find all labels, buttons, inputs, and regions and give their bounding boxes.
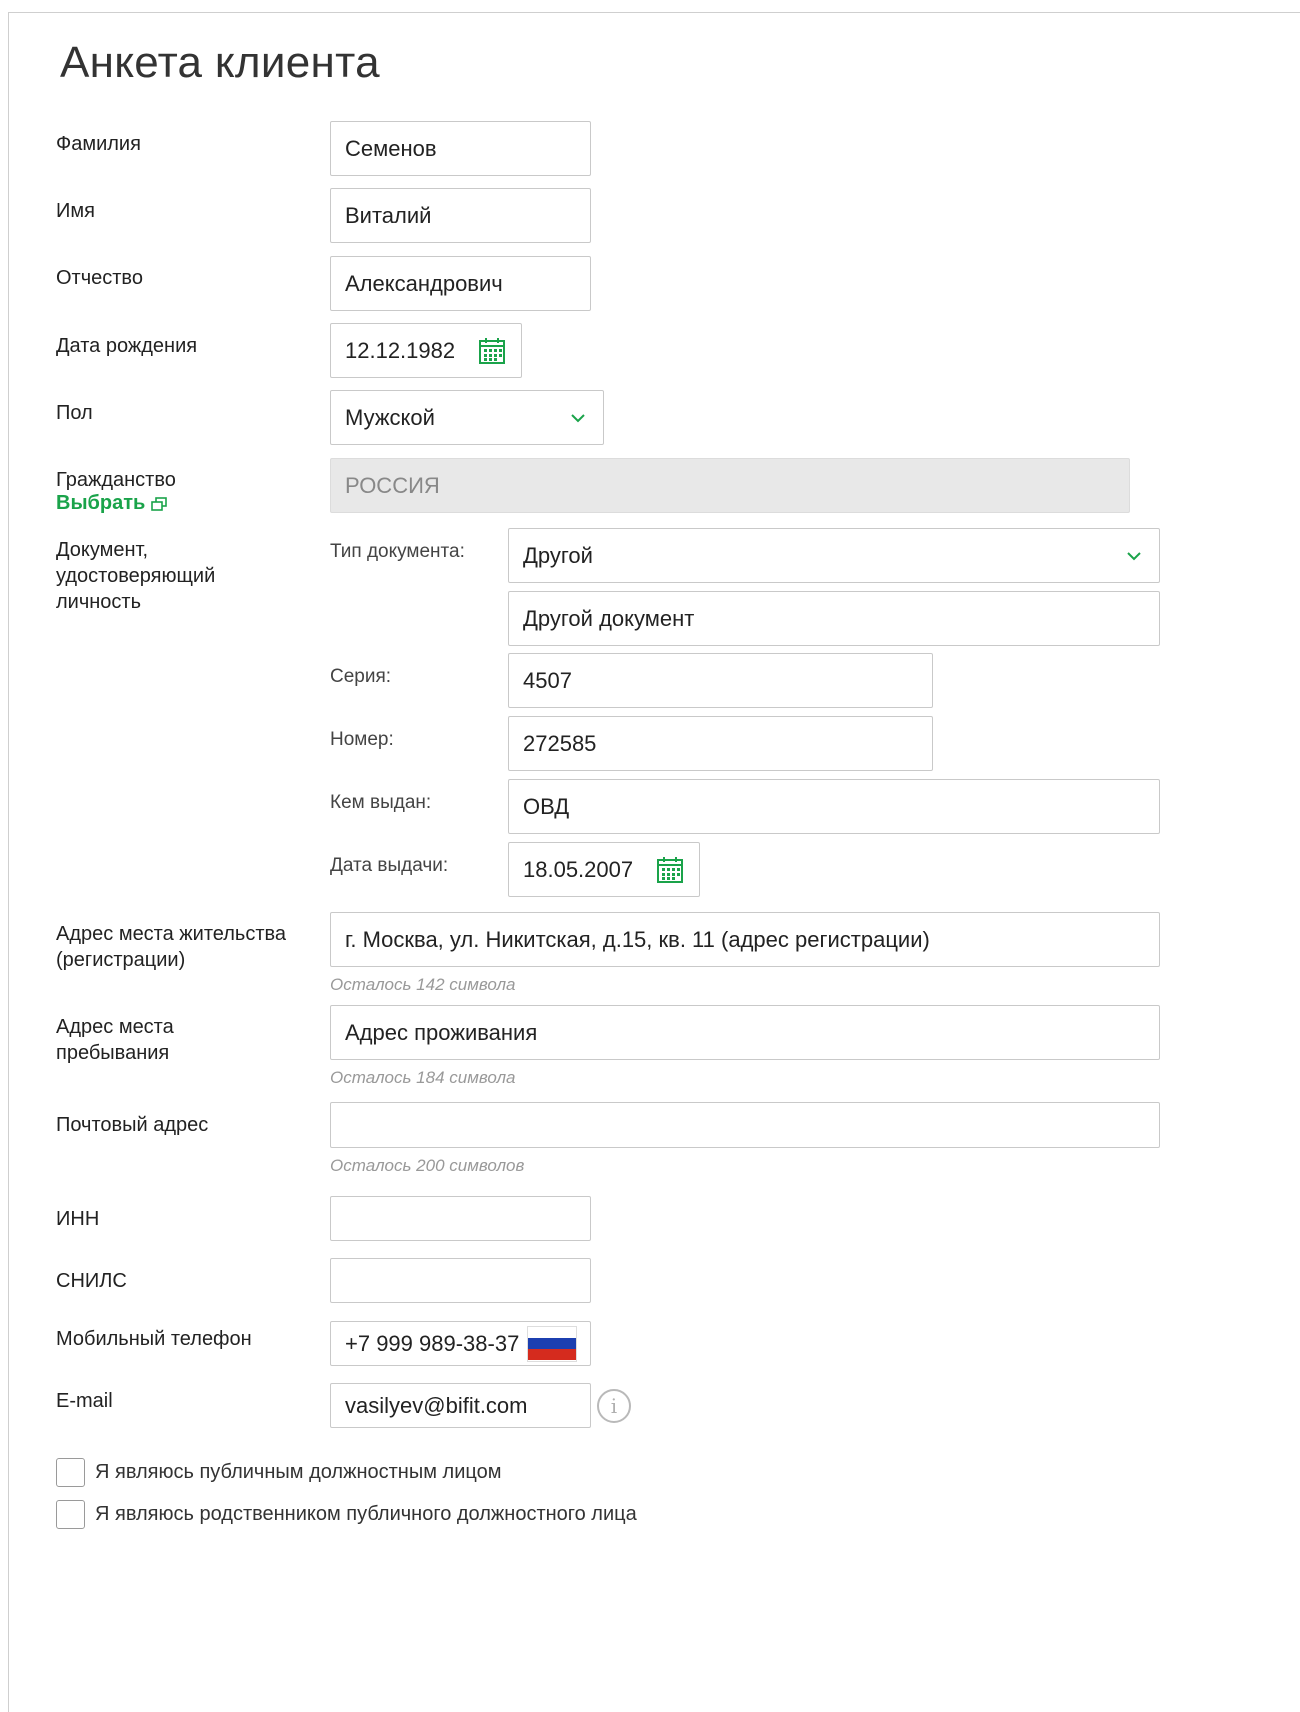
number-input[interactable]: 272585 [508,716,933,771]
email-input[interactable]: vasilyev@bifit.com [330,1383,591,1428]
patronymic-input[interactable]: Александрович [330,256,591,311]
issued-by-label: Кем выдан: [330,792,432,813]
number-label: Номер: [330,729,394,750]
birth-date-label: Дата рождения [56,335,198,357]
gender-value: Мужской [345,404,435,430]
postal-address-input[interactable] [330,1102,1160,1148]
gender-label: Пол [56,402,93,424]
public-official-checkbox[interactable] [56,1458,85,1487]
name-input[interactable]: Виталий [330,188,591,243]
calendar-icon[interactable] [477,336,507,366]
registration-address-label: Адрес места жительства (регистрации) [56,923,287,971]
issue-date-value: 18.05.2007 [523,856,634,882]
email-label: E-mail [56,1390,113,1412]
stay-address-hint: Осталось 184 символа [330,1068,516,1087]
inn-label: ИНН [56,1208,100,1230]
stay-address-label: Адрес места пребывания [56,1016,174,1064]
registration-address-hint: Осталось 142 символа [330,975,516,994]
public-official-relative-checkbox[interactable] [56,1500,85,1529]
postal-address-label: Почтовый адрес [56,1114,209,1136]
document-type-value: Другой [523,542,593,568]
surname-label: Фамилия [56,133,141,155]
patronymic-value: Александрович [345,270,503,296]
issued-by-input[interactable]: ОВД [508,779,1160,834]
public-official-relative-label: Я являюсь родственником публичного должн… [95,1503,637,1525]
document-type-select[interactable]: Другой [508,528,1160,583]
info-icon[interactable]: i [597,1389,631,1423]
mobile-phone-label: Мобильный телефон [56,1328,252,1350]
issue-date-label: Дата выдачи: [330,855,449,876]
registration-address-input[interactable]: г. Москва, ул. Никитская, д.15, кв. 11 (… [330,912,1160,967]
russia-flag-icon[interactable] [528,1326,576,1361]
series-input[interactable]: 4507 [508,653,933,708]
name-value: Виталий [345,202,432,228]
birth-date-value: 12.12.1982 [345,337,456,363]
patronymic-label: Отчество [56,267,143,289]
document-name-value: Другой документ [523,605,695,631]
number-value: 272585 [523,730,597,756]
calendar-icon[interactable] [655,855,685,885]
email-value: vasilyev@bifit.com [345,1392,528,1418]
document-name-input[interactable]: Другой документ [508,591,1160,646]
surname-value: Семенов [345,135,437,161]
issued-by-value: ОВД [523,793,570,819]
birth-date-input[interactable]: 12.12.1982 [330,323,522,378]
issue-date-input[interactable]: 18.05.2007 [508,842,700,897]
public-official-label: Я являюсь публичным должностным лицом [95,1461,502,1483]
chevron-down-icon [1123,545,1145,567]
name-label: Имя [56,200,95,222]
external-window-icon [151,496,168,511]
citizenship-select-link[interactable]: Выбрать [56,492,168,515]
stay-address-value: Адрес проживания [345,1019,538,1045]
surname-input[interactable]: Семенов [330,121,591,176]
snils-input[interactable] [330,1258,591,1303]
citizenship-select-link-text: Выбрать [56,492,146,514]
document-type-label: Тип документа: [330,541,465,562]
citizenship-input: РОССИЯ [330,458,1130,513]
citizenship-label: Гражданство [56,469,176,491]
identity-document-label: Документ, удостоверяющий личность [56,539,216,613]
postal-address-hint: Осталось 200 символов [330,1156,525,1175]
series-label: Серия: [330,666,392,687]
chevron-down-icon [567,407,589,429]
stay-address-input[interactable]: Адрес проживания [330,1005,1160,1060]
mobile-phone-input[interactable]: +7 999 989-38-37 [330,1321,591,1366]
citizenship-value: РОССИЯ [345,472,440,498]
gender-select[interactable]: Мужской [330,390,604,445]
snils-label: СНИЛС [56,1270,127,1292]
inn-input[interactable] [330,1196,591,1241]
mobile-phone-value: +7 999 989-38-37 [345,1330,520,1356]
registration-address-value: г. Москва, ул. Никитская, д.15, кв. 11 (… [345,926,930,952]
page-title: Анкета клиента [60,38,380,87]
series-value: 4507 [523,667,572,693]
